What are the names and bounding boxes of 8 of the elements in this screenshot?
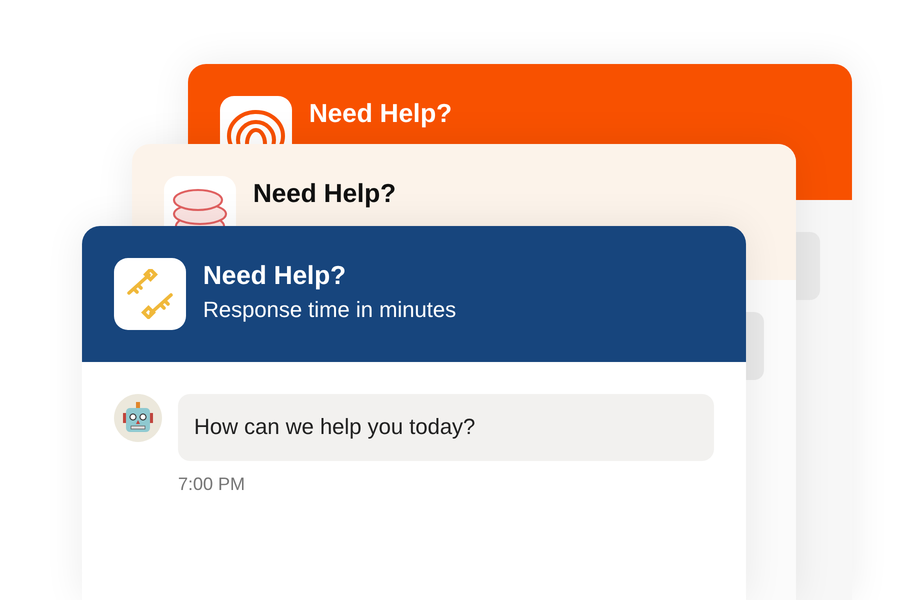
keys-icon xyxy=(125,269,175,319)
widget-title: Need Help? xyxy=(253,178,396,210)
robot-icon xyxy=(121,401,155,435)
widget-subtitle: Response time in minutes xyxy=(203,297,456,324)
message-time: 7:00 PM xyxy=(178,472,246,496)
widget-title: Need Help? xyxy=(203,260,348,292)
widget-title: Need Help? xyxy=(309,98,452,130)
message-bubble: How can we help you today? xyxy=(178,394,714,461)
